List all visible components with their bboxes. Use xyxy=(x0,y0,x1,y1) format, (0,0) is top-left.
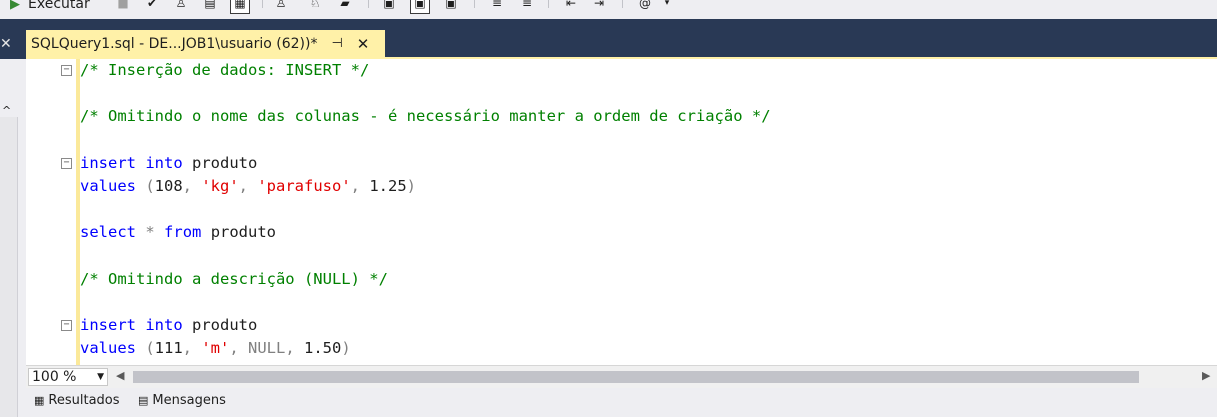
code-token: produto xyxy=(201,223,277,242)
code-line[interactable]: values (108, 'kg', 'parafuso', 1.25) xyxy=(80,175,416,197)
tab-title: SQLQuery1.sql - DE...JOB1\usuario (62))* xyxy=(31,35,318,52)
code-token: , xyxy=(182,177,202,195)
include-stats-icon[interactable]: ♘ xyxy=(306,0,324,12)
zoom-select[interactable]: 100 % ▼ xyxy=(28,368,108,386)
window-boxed-icon[interactable]: ▣ xyxy=(410,0,430,14)
code-line[interactable]: select * from produto xyxy=(80,221,276,243)
code-token: produto xyxy=(182,153,258,172)
code-token: 108 xyxy=(154,177,183,195)
results-grid-icon[interactable]: ▦ xyxy=(230,0,250,14)
toolbar-separator xyxy=(548,0,549,8)
code-token: values xyxy=(80,339,136,358)
code-token: /* Inserção de dados: INSERT */ xyxy=(80,61,370,79)
left-scrollbar[interactable] xyxy=(0,117,18,417)
code-token: insert xyxy=(80,153,136,172)
code-token: into xyxy=(145,316,183,335)
code-token: ( xyxy=(136,177,155,195)
code-token: , xyxy=(182,339,202,358)
code-line[interactable]: insert into produto xyxy=(80,314,257,336)
uncomment-icon[interactable]: ≡ xyxy=(518,0,536,12)
window-split-icon[interactable]: ▣ xyxy=(442,0,460,12)
pin-icon[interactable]: ⊣ xyxy=(331,36,342,51)
code-token: insert xyxy=(80,316,136,335)
editor-status-bar: 100 % ▼ ◀ ▶ xyxy=(26,365,1217,388)
line-gutter xyxy=(26,59,54,365)
side-close-icon[interactable]: ✕ xyxy=(0,36,18,52)
tab-mensagens-label: Mensagens xyxy=(152,392,226,408)
execute-button[interactable]: ▶ Executar xyxy=(10,0,90,14)
zoom-value: 100 % xyxy=(32,369,77,385)
code-token: 1.25 xyxy=(369,177,407,195)
play-icon: ▶ xyxy=(10,0,20,12)
code-token: from xyxy=(164,223,202,242)
fold-toggle-icon[interactable]: − xyxy=(61,320,72,332)
code-token: 'kg' xyxy=(201,177,239,195)
toolbar-separator xyxy=(474,0,475,8)
stop-icon[interactable]: ■ xyxy=(114,0,132,12)
left-panel: ^ xyxy=(0,59,18,417)
code-line[interactable]: /* Inserção de dados: INSERT */ xyxy=(80,59,369,81)
horizontal-scrollbar-thumb[interactable] xyxy=(133,371,1139,383)
toolbar-separator xyxy=(262,0,263,8)
sql-editor[interactable]: − − − /* Inserção de dados: INSERT */ /* Om… xyxy=(26,59,1217,365)
code-token: 'parafuso' xyxy=(257,177,351,195)
dropdown-icon[interactable]: ▾ xyxy=(658,0,676,12)
code-token: 1.50 xyxy=(304,339,342,358)
check-icon[interactable]: ✔ xyxy=(143,0,161,12)
code-token: values xyxy=(80,177,136,195)
scroll-right-icon[interactable]: ▶ xyxy=(1202,369,1210,382)
code-token: , xyxy=(229,339,249,358)
code-token: select xyxy=(80,223,136,242)
code-token: /* Omitindo o nome das colunas - é neces… xyxy=(80,107,771,126)
fold-toggle-icon[interactable]: − xyxy=(61,157,72,169)
chevron-up-icon[interactable]: ^ xyxy=(2,104,11,117)
results-text-icon[interactable]: ♙ xyxy=(272,0,290,12)
code-token: , xyxy=(350,177,370,195)
close-icon[interactable]: ✕ xyxy=(357,35,370,53)
code-token: ) xyxy=(406,177,417,195)
tab-resultados-label: Resultados xyxy=(48,392,120,408)
code-token: 111 xyxy=(154,339,183,358)
fold-toggle-icon[interactable]: − xyxy=(61,65,72,76)
code-token: , xyxy=(238,177,258,195)
include-plan-icon[interactable]: ▰ xyxy=(336,0,354,12)
code-token: produto xyxy=(182,316,258,335)
code-token: into xyxy=(145,153,183,172)
code-token: 'm' xyxy=(201,339,230,358)
execute-label: Executar xyxy=(28,0,90,12)
parse-icon[interactable]: ♙ xyxy=(172,0,190,12)
indent-icon[interactable]: ⇤ xyxy=(562,0,580,12)
chevron-down-icon: ▼ xyxy=(97,372,104,382)
comment-icon[interactable]: ≡ xyxy=(488,0,506,12)
code-token: ( xyxy=(136,339,155,358)
code-token: /* Omitindo a descrição (NULL) */ xyxy=(80,269,388,288)
scroll-left-icon[interactable]: ◀ xyxy=(116,369,124,382)
plan-icon[interactable]: ▤ xyxy=(201,0,219,12)
code-token: ) xyxy=(341,339,351,358)
specify-values-icon[interactable]: @ xyxy=(636,0,654,12)
toolbar-separator xyxy=(368,0,369,8)
toolbar-separator xyxy=(622,0,623,8)
code-line[interactable]: /* Omitindo o nome das colunas - é neces… xyxy=(80,105,771,127)
window-icon[interactable]: ▣ xyxy=(380,0,398,12)
code-token: , xyxy=(285,339,305,358)
code-line[interactable]: /* Omitindo a descrição (NULL) */ xyxy=(80,268,388,290)
code-line[interactable]: values (111, 'm', NULL, 1.50) xyxy=(80,337,351,359)
tab-sqlquery1[interactable]: SQLQuery1.sql - DE...JOB1\usuario (62))*… xyxy=(26,30,385,57)
code-token: * xyxy=(145,223,155,242)
code-line[interactable]: insert into produto xyxy=(80,152,257,174)
query-toolbar: ▶ Executar ■ ✔ ♙ ▤ ▦ ♙ ♘ ▰ ▣ ▣ ▣ ≡ ≡ ⇤ ⇥… xyxy=(0,0,1217,19)
code-token: NULL xyxy=(248,339,286,358)
outdent-icon[interactable]: ⇥ xyxy=(590,0,608,12)
result-tabs: ▦ Resultados ▤ Mensagens xyxy=(26,388,1217,408)
